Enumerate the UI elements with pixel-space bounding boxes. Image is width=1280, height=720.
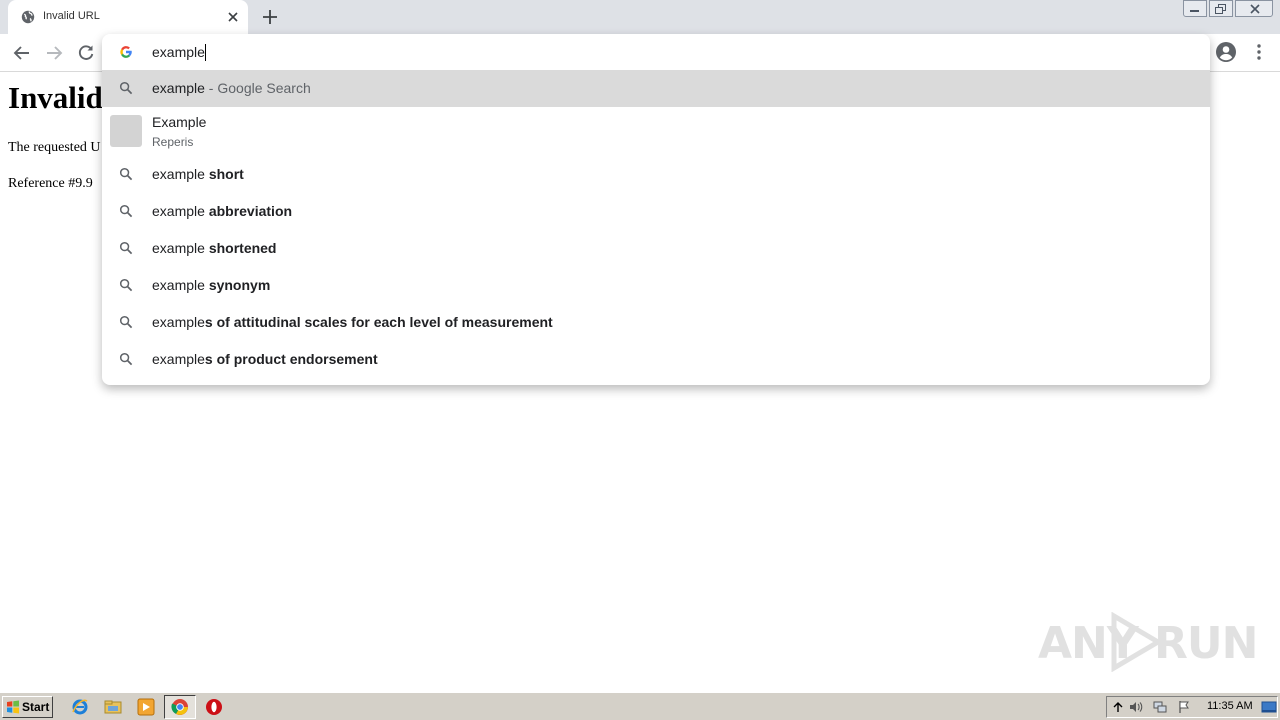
suggestion-text: example abbreviation xyxy=(152,203,293,219)
page-text-line-2: Reference #9.9 xyxy=(8,176,93,191)
suggestion-text: example short xyxy=(152,166,244,182)
bookmark-title: Example xyxy=(152,114,207,130)
start-label: Start xyxy=(22,700,50,714)
arrow-right-icon[interactable] xyxy=(43,42,65,64)
title-bar: Invalid URL xyxy=(0,0,1280,34)
page-heading: Invalid xyxy=(8,80,103,115)
search-icon xyxy=(119,204,133,218)
arrow-left-icon[interactable] xyxy=(11,42,33,64)
network-icon[interactable] xyxy=(1153,700,1167,714)
omnibox-input[interactable] xyxy=(152,42,1152,62)
suggestion-text: example synonym xyxy=(152,277,271,293)
search-icon xyxy=(119,167,133,181)
media-player-icon[interactable] xyxy=(137,698,155,716)
watermark-text-right: RUN xyxy=(1154,618,1258,669)
tab-invalid-url[interactable]: Invalid URL xyxy=(8,0,248,34)
suggestion-text: examples of attitudinal scales for each … xyxy=(152,314,553,330)
suggestion-search[interactable]: example abbreviation xyxy=(102,193,1210,230)
plus-icon[interactable] xyxy=(258,5,282,29)
suggestion-search[interactable]: examples of product endorsement xyxy=(102,341,1210,378)
tab-title: Invalid URL xyxy=(43,10,100,22)
minimize-icon xyxy=(1190,10,1199,12)
start-button[interactable]: Start xyxy=(2,696,53,718)
show-desktop-icon[interactable] xyxy=(1261,700,1277,714)
close-icon xyxy=(1250,4,1260,14)
account-circle-icon[interactable] xyxy=(1215,41,1237,63)
text-caret xyxy=(205,44,206,61)
suggestion-text: example shortened xyxy=(152,240,277,256)
suggestion-bookmark[interactable]: Example Reperis xyxy=(102,107,1210,157)
action-center-flag-icon[interactable] xyxy=(1177,700,1191,714)
restore-icon xyxy=(1215,4,1226,14)
suggestion-search[interactable]: examples of attitudinal scales for each … xyxy=(102,304,1210,341)
chrome-icon xyxy=(171,699,188,715)
search-icon xyxy=(119,315,133,329)
system-tray: 11:35 AM xyxy=(1106,696,1278,718)
suggestion-search[interactable]: example - Google Search xyxy=(102,70,1210,107)
window-close-button[interactable] xyxy=(1235,0,1273,17)
kebab-menu-icon[interactable] xyxy=(1249,41,1269,63)
bookmark-thumbnail xyxy=(110,115,142,147)
file-explorer-icon[interactable] xyxy=(104,698,122,716)
window-restore-button[interactable] xyxy=(1209,0,1233,17)
taskbar: Start 11:35 AM xyxy=(0,692,1280,720)
omnibox xyxy=(102,34,1210,70)
omnibox-dropdown: example - Google Search Example Reperis … xyxy=(102,34,1210,385)
show-hidden-icons-icon[interactable] xyxy=(1111,700,1125,714)
reload-icon[interactable] xyxy=(75,42,97,64)
suggestion-text: examples of product endorsement xyxy=(152,351,378,367)
windows-logo-icon xyxy=(7,700,19,714)
opera-icon[interactable] xyxy=(205,698,223,716)
search-icon xyxy=(119,241,133,255)
close-icon[interactable] xyxy=(224,8,242,26)
page-text-line-1: The requested U xyxy=(8,140,101,155)
volume-icon[interactable] xyxy=(1129,700,1143,714)
bookmark-subtitle: Reperis xyxy=(152,135,194,149)
window-minimize-button[interactable] xyxy=(1183,0,1207,17)
taskbar-chrome-button[interactable] xyxy=(164,695,196,719)
anyrun-watermark: ANY RUN xyxy=(1038,612,1258,672)
suggestion-search[interactable]: example shortened xyxy=(102,230,1210,267)
search-icon xyxy=(119,278,133,292)
suggestion-search[interactable]: example short xyxy=(102,156,1210,193)
taskbar-clock[interactable]: 11:35 AM xyxy=(1207,700,1253,712)
globe-icon xyxy=(21,10,35,24)
suggestion-text: example - Google Search xyxy=(152,80,311,96)
search-icon xyxy=(119,352,133,366)
suggestion-description: - Google Search xyxy=(204,80,311,96)
search-icon xyxy=(119,81,133,95)
suggestion-search[interactable]: example synonym xyxy=(102,267,1210,304)
internet-explorer-icon[interactable] xyxy=(71,698,89,716)
google-g-icon xyxy=(120,46,132,58)
